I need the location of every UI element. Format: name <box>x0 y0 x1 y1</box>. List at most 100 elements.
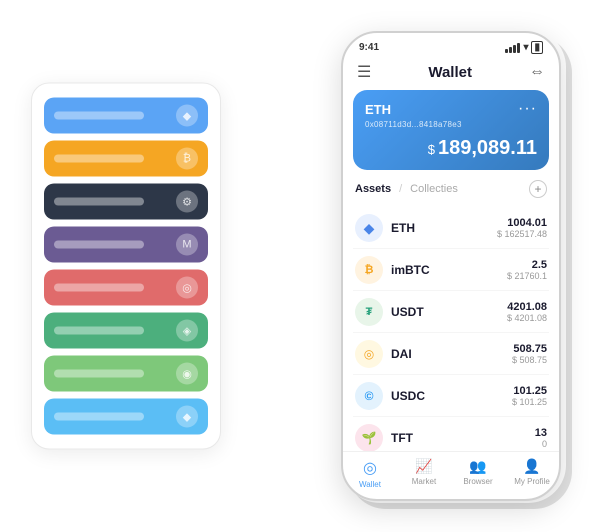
list-item[interactable]: ◉ <box>44 356 208 392</box>
nav-market[interactable]: 📈 Market <box>397 458 451 489</box>
asset-name: USDC <box>391 389 512 403</box>
amount-secondary: 0 <box>535 439 547 449</box>
assets-header: Assets / Collecties + <box>353 180 549 198</box>
usdt-icon: ₮ <box>355 298 383 326</box>
eth-card-menu[interactable]: ··· <box>518 100 537 118</box>
list-item[interactable]: ◆ <box>44 399 208 435</box>
market-nav-label: Market <box>412 477 436 486</box>
wallet-nav-label: Wallet <box>359 480 381 489</box>
amount-secondary: $ 162517.48 <box>497 229 547 239</box>
market-nav-icon: 📈 <box>415 458 432 475</box>
card-icon: ◎ <box>176 277 198 299</box>
amount-secondary: $ 508.75 <box>512 355 547 365</box>
card-icon: ◈ <box>176 320 198 342</box>
list-item[interactable]: ◈ <box>44 313 208 349</box>
asset-name: DAI <box>391 347 512 361</box>
list-item[interactable]: ◆ <box>44 98 208 134</box>
assets-tabs: Assets / Collecties <box>355 183 458 195</box>
table-row[interactable]: © USDC 101.25 $ 101.25 <box>353 376 549 417</box>
imbtc-icon: ₿ <box>355 256 383 284</box>
eth-balance: $189,089.11 <box>365 137 537 160</box>
amount-primary: 4201.08 <box>507 301 547 313</box>
asset-list: ◆ ETH 1004.01 $ 162517.48 ₿ imBTC 2.5 $ … <box>353 208 549 451</box>
wifi-icon: ▾ <box>523 42 528 53</box>
card-text <box>54 413 144 421</box>
amount-secondary: $ 4201.08 <box>507 313 547 323</box>
menu-icon[interactable]: ☰ <box>357 62 371 82</box>
tab-divider: / <box>399 183 402 195</box>
tab-assets[interactable]: Assets <box>355 183 391 195</box>
card-text <box>54 284 144 292</box>
dai-icon: ◎ <box>355 340 383 368</box>
wallet-nav-icon: ◎ <box>363 458 377 478</box>
asset-amounts: 4201.08 $ 4201.08 <box>507 301 547 323</box>
asset-name: USDT <box>391 305 507 319</box>
bottom-nav: ◎ Wallet 📈 Market 👥 Browser 👤 My Profile <box>343 451 559 499</box>
card-text <box>54 370 144 378</box>
add-asset-button[interactable]: + <box>529 180 547 198</box>
asset-name: ETH <box>391 221 497 235</box>
asset-amounts: 508.75 $ 508.75 <box>512 343 547 365</box>
page-title: Wallet <box>371 64 529 81</box>
asset-amounts: 101.25 $ 101.25 <box>512 385 547 407</box>
card-text <box>54 241 144 249</box>
phone-header: ☰ Wallet ⇔ <box>343 58 559 90</box>
table-row[interactable]: ◎ DAI 508.75 $ 508.75 <box>353 334 549 375</box>
tft-icon: 🌱 <box>355 424 383 451</box>
card-stack: ◆ ₿ ⚙ M ◎ ◈ ◉ ◆ <box>31 83 221 450</box>
eth-address: 0x08711d3d...8418a78e3 <box>365 120 537 129</box>
list-item[interactable]: ⚙ <box>44 184 208 220</box>
card-icon: ◆ <box>176 105 198 127</box>
amount-primary: 101.25 <box>512 385 547 397</box>
balance-amount: 189,089.11 <box>438 137 537 159</box>
nav-browser[interactable]: 👥 Browser <box>451 458 505 489</box>
asset-name: imBTC <box>391 263 507 277</box>
phone-mockup: 9:41 ▾ ▮ ☰ Wallet ⇔ ETH <box>341 31 561 501</box>
amount-primary: 1004.01 <box>497 217 547 229</box>
card-icon: ◉ <box>176 363 198 385</box>
eth-card-title: ETH <box>365 102 391 117</box>
amount-primary: 13 <box>535 427 547 439</box>
eth-card-header: ETH ··· <box>365 100 537 118</box>
table-row[interactable]: ◆ ETH 1004.01 $ 162517.48 <box>353 208 549 249</box>
nav-wallet[interactable]: ◎ Wallet <box>343 458 397 489</box>
list-item[interactable]: M <box>44 227 208 263</box>
status-time: 9:41 <box>359 42 379 53</box>
card-text <box>54 112 144 120</box>
scene: ◆ ₿ ⚙ M ◎ ◈ ◉ ◆ <box>11 11 591 521</box>
profile-nav-icon: 👤 <box>523 458 540 475</box>
nav-profile[interactable]: 👤 My Profile <box>505 458 559 489</box>
table-row[interactable]: 🌱 TFT 13 0 <box>353 418 549 451</box>
card-icon: ◆ <box>176 406 198 428</box>
card-text <box>54 327 144 335</box>
status-icons: ▾ ▮ <box>505 41 543 54</box>
profile-nav-label: My Profile <box>514 477 550 486</box>
card-text <box>54 198 144 206</box>
asset-name: TFT <box>391 431 535 445</box>
usdc-icon: © <box>355 382 383 410</box>
table-row[interactable]: ₿ imBTC 2.5 $ 21760.1 <box>353 250 549 291</box>
eth-card[interactable]: ETH ··· 0x08711d3d...8418a78e3 $189,089.… <box>353 90 549 170</box>
expand-icon[interactable]: ⇔ <box>529 63 545 81</box>
battery-icon: ▮ <box>531 41 543 54</box>
asset-amounts: 2.5 $ 21760.1 <box>507 259 547 281</box>
card-text <box>54 155 144 163</box>
table-row[interactable]: ₮ USDT 4201.08 $ 4201.08 <box>353 292 549 333</box>
amount-secondary: $ 21760.1 <box>507 271 547 281</box>
card-icon: ⚙ <box>176 191 198 213</box>
amount-primary: 508.75 <box>512 343 547 355</box>
card-icon: ₿ <box>176 148 198 170</box>
card-icon: M <box>176 234 198 256</box>
list-item[interactable]: ◎ <box>44 270 208 306</box>
tab-collecties[interactable]: Collecties <box>410 183 458 195</box>
asset-amounts: 1004.01 $ 162517.48 <box>497 217 547 239</box>
signal-icon <box>505 43 520 53</box>
phone-content: ETH ··· 0x08711d3d...8418a78e3 $189,089.… <box>343 90 559 451</box>
asset-amounts: 13 0 <box>535 427 547 449</box>
browser-nav-label: Browser <box>463 477 492 486</box>
eth-icon: ◆ <box>355 214 383 242</box>
list-item[interactable]: ₿ <box>44 141 208 177</box>
amount-secondary: $ 101.25 <box>512 397 547 407</box>
browser-nav-icon: 👥 <box>469 458 486 475</box>
amount-primary: 2.5 <box>507 259 547 271</box>
